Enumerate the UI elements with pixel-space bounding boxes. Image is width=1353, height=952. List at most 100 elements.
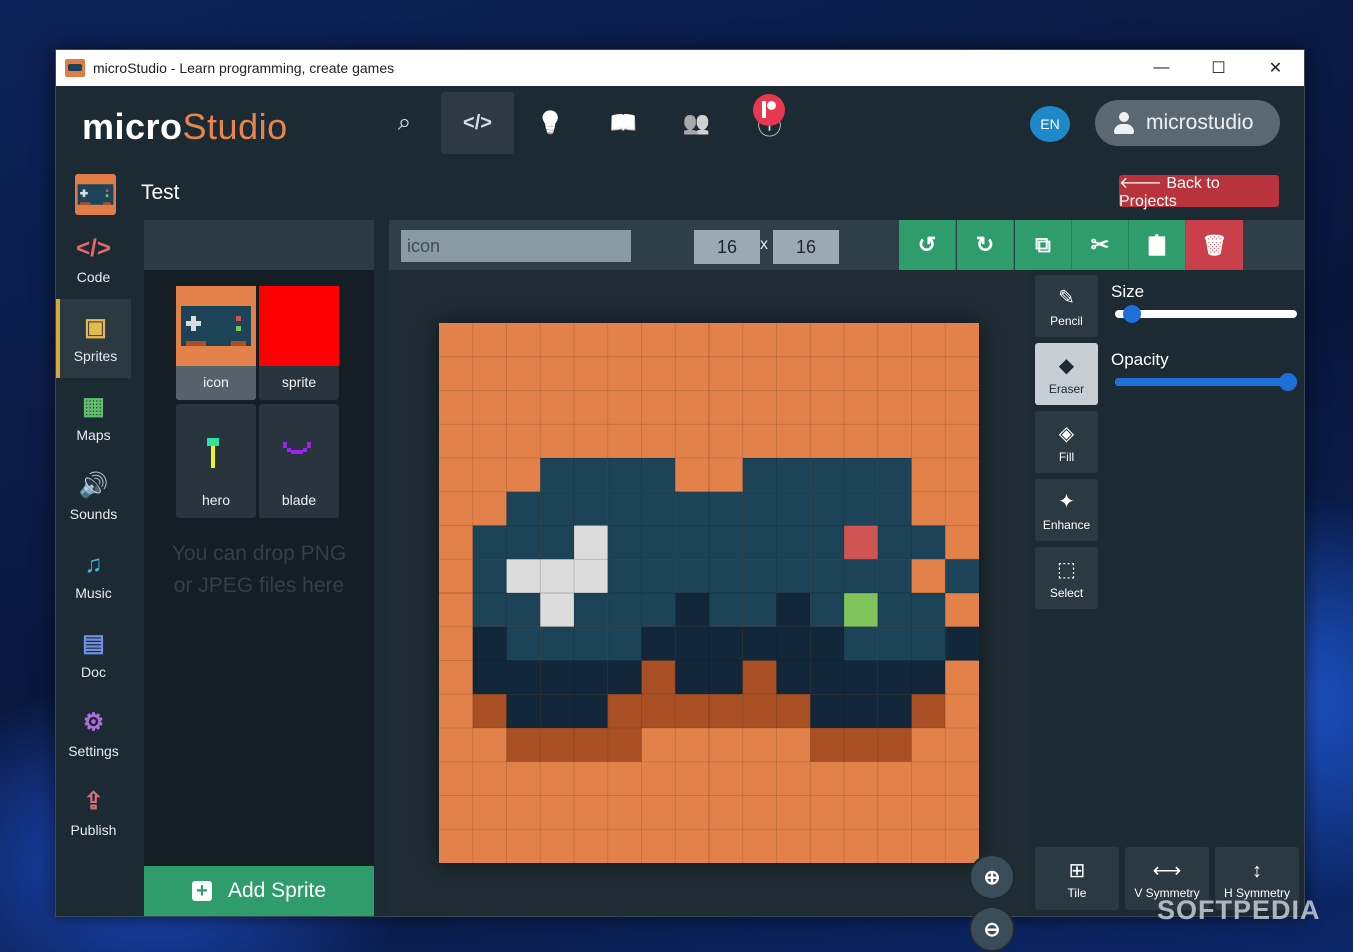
redo-button[interactable]: ↻: [957, 220, 1014, 270]
pixel-cell[interactable]: [742, 660, 777, 695]
pixel-cell[interactable]: [540, 390, 574, 425]
microstudio-logo[interactable]: microStudio: [82, 106, 288, 148]
pixel-cell[interactable]: [607, 795, 642, 830]
pixel-cell[interactable]: [810, 559, 844, 593]
pixel-cell[interactable]: [742, 323, 777, 357]
pixel-cell[interactable]: [439, 356, 473, 391]
pixel-cell[interactable]: [641, 795, 676, 830]
pixel-cell[interactable]: [439, 390, 473, 425]
size-slider-handle[interactable]: [1123, 305, 1142, 323]
pixel-cell[interactable]: [844, 356, 878, 391]
pixel-cell[interactable]: [709, 525, 743, 560]
pixel-cell[interactable]: [607, 458, 642, 492]
pixel-cell[interactable]: [911, 458, 946, 492]
pixel-cell[interactable]: [472, 728, 507, 762]
pixel-cell[interactable]: [607, 694, 642, 728]
pixel-cell[interactable]: [776, 424, 811, 458]
add-sprite-button[interactable]: + Add Sprite: [144, 866, 374, 916]
pixel-cell[interactable]: [877, 559, 912, 593]
pixel-cell[interactable]: [844, 728, 878, 762]
pixel-cell[interactable]: [439, 424, 473, 458]
pixel-cell[interactable]: [742, 761, 777, 796]
pixel-cell[interactable]: [877, 626, 912, 661]
pixel-cell[interactable]: [506, 458, 541, 492]
pixel-cell[interactable]: [574, 390, 608, 425]
pixel-cell[interactable]: [472, 491, 507, 526]
pixel-cell[interactable]: [877, 525, 912, 560]
pixel-cell[interactable]: [641, 559, 676, 593]
pixel-cell[interactable]: [911, 626, 946, 661]
pixel-cell[interactable]: [911, 424, 946, 458]
pixel-cell[interactable]: [439, 458, 473, 492]
sidebar-item-maps[interactable]: ▦ Maps: [56, 378, 131, 457]
sidebar-item-doc[interactable]: ▤ Doc: [56, 615, 131, 694]
maximize-button[interactable]: ☐: [1190, 50, 1247, 86]
pixel-cell[interactable]: [574, 458, 608, 492]
pixel-cell[interactable]: [540, 491, 574, 526]
pixel-cell[interactable]: [776, 559, 811, 593]
pixel-cell[interactable]: [472, 525, 507, 560]
pixel-cell[interactable]: [506, 829, 541, 863]
pixel-cell[interactable]: [877, 660, 912, 695]
pixel-cell[interactable]: [709, 795, 743, 830]
pixel-cell[interactable]: [776, 458, 811, 492]
pixel-cell[interactable]: [844, 323, 878, 357]
pixel-cell[interactable]: [877, 323, 912, 357]
pixel-cell[interactable]: [877, 728, 912, 762]
pixel-cell[interactable]: [844, 593, 878, 627]
pixel-cell[interactable]: [506, 660, 541, 695]
pixel-cell[interactable]: [675, 424, 709, 458]
pixel-cell[interactable]: [877, 356, 912, 391]
pixel-cell[interactable]: [607, 660, 642, 695]
pixel-cell[interactable]: [810, 626, 844, 661]
pixel-cell[interactable]: [641, 626, 676, 661]
pixel-cell[interactable]: [742, 694, 777, 728]
pixel-cell[interactable]: [810, 356, 844, 391]
pixel-cell[interactable]: [540, 525, 574, 560]
pixel-cell[interactable]: [810, 491, 844, 526]
pixel-cell[interactable]: [911, 728, 946, 762]
nav-docs-button[interactable]: 📖: [587, 92, 660, 154]
sidebar-item-publish[interactable]: ⇪ Publish: [56, 773, 131, 852]
pixel-cell[interactable]: [945, 795, 979, 830]
pixel-cell[interactable]: [574, 491, 608, 526]
pixel-cell[interactable]: [472, 559, 507, 593]
pixel-cell[interactable]: [439, 728, 473, 762]
pixel-cell[interactable]: [641, 323, 676, 357]
pixel-cell[interactable]: [506, 491, 541, 526]
pixel-cell[interactable]: [776, 728, 811, 762]
pixel-cell[interactable]: [776, 525, 811, 560]
pixel-cell[interactable]: [810, 694, 844, 728]
pixel-cell[interactable]: [810, 424, 844, 458]
pixel-cell[interactable]: [776, 829, 811, 863]
pixel-cell[interactable]: [877, 424, 912, 458]
pixel-cell[interactable]: [675, 356, 709, 391]
size-slider[interactable]: [1115, 305, 1297, 323]
pixel-cell[interactable]: [742, 458, 777, 492]
pixel-cell[interactable]: [675, 559, 709, 593]
pixel-cell[interactable]: [945, 626, 979, 661]
pixel-cell[interactable]: [742, 424, 777, 458]
pixel-cell[interactable]: [607, 525, 642, 560]
pixel-cell[interactable]: [844, 458, 878, 492]
pixel-cell[interactable]: [574, 694, 608, 728]
pixel-cell[interactable]: [472, 660, 507, 695]
pixel-cell[interactable]: [439, 323, 473, 357]
pixel-cell[interactable]: [439, 626, 473, 661]
sprite-width-input[interactable]: [694, 230, 760, 264]
pixel-cell[interactable]: [472, 795, 507, 830]
sidebar-item-settings[interactable]: ⚙ Settings: [56, 694, 131, 773]
pixel-cell[interactable]: [506, 795, 541, 830]
pixel-cell[interactable]: [641, 660, 676, 695]
pixel-cell[interactable]: [540, 424, 574, 458]
pencil-tool[interactable]: ✎ Pencil: [1035, 275, 1098, 337]
zoom-out-button[interactable]: ⊖: [969, 906, 1015, 952]
pixel-cell[interactable]: [810, 525, 844, 560]
pixel-cell[interactable]: [776, 795, 811, 830]
pixel-cell[interactable]: [540, 559, 574, 593]
pixel-cell[interactable]: [709, 356, 743, 391]
pixel-cell[interactable]: [945, 458, 979, 492]
opacity-slider[interactable]: [1115, 373, 1297, 391]
pixel-cell[interactable]: [607, 424, 642, 458]
pixel-cell[interactable]: [709, 424, 743, 458]
